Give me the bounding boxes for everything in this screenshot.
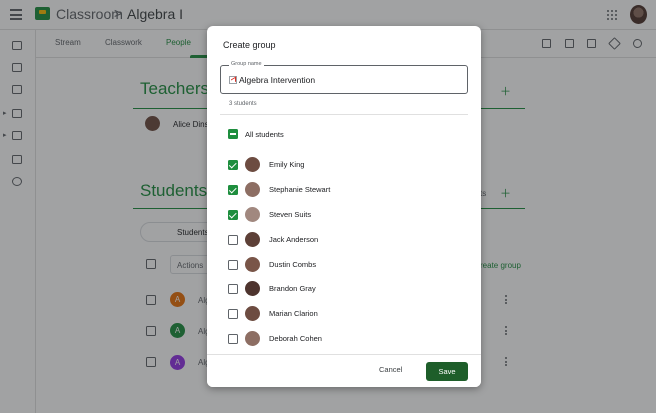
student-checkbox[interactable] [228, 284, 238, 294]
group-name-field[interactable]: Group name Algebra Intervention [220, 61, 468, 94]
student-avatar [245, 306, 260, 321]
cancel-button[interactable]: Cancel [379, 365, 402, 374]
student-avatar [245, 257, 260, 272]
student-name: Brandon Gray [269, 284, 316, 293]
student-name: Jack Anderson [269, 235, 319, 244]
student-checkbox[interactable] [228, 309, 238, 319]
student-checkbox[interactable] [228, 185, 238, 195]
student-name: Stephanie Stewart [269, 185, 331, 194]
student-checkbox[interactable] [228, 334, 238, 344]
student-avatar [245, 232, 260, 247]
student-name: Steven Suits [269, 210, 312, 219]
student-avatar [245, 157, 260, 172]
student-checkbox[interactable] [228, 160, 238, 170]
dialog-divider [220, 114, 468, 115]
chart-emoji-icon [229, 76, 237, 84]
student-checkbox[interactable] [228, 235, 238, 245]
student-avatar [245, 331, 260, 346]
selected-count: 3 students [229, 101, 257, 107]
student-avatar [245, 281, 260, 296]
group-name-label: Group name [229, 61, 264, 67]
student-name: Marian Clarion [269, 309, 318, 318]
student-checkbox[interactable] [228, 260, 238, 270]
all-students-checkbox[interactable] [228, 129, 238, 139]
group-name-text: Algebra Intervention [239, 75, 316, 85]
save-button[interactable]: Save [426, 362, 468, 381]
group-name-value: Algebra Intervention [229, 75, 315, 85]
all-students-label: All students [245, 130, 284, 139]
student-checkbox[interactable] [228, 210, 238, 220]
create-group-dialog: Create group Group name Algebra Interven… [207, 26, 481, 387]
student-name: Dustin Combs [269, 260, 317, 269]
student-name: Emily King [269, 160, 305, 169]
student-name: Deborah Cohen [269, 334, 322, 343]
student-avatar [245, 207, 260, 222]
dialog-title: Create group [223, 40, 276, 50]
student-avatar [245, 182, 260, 197]
